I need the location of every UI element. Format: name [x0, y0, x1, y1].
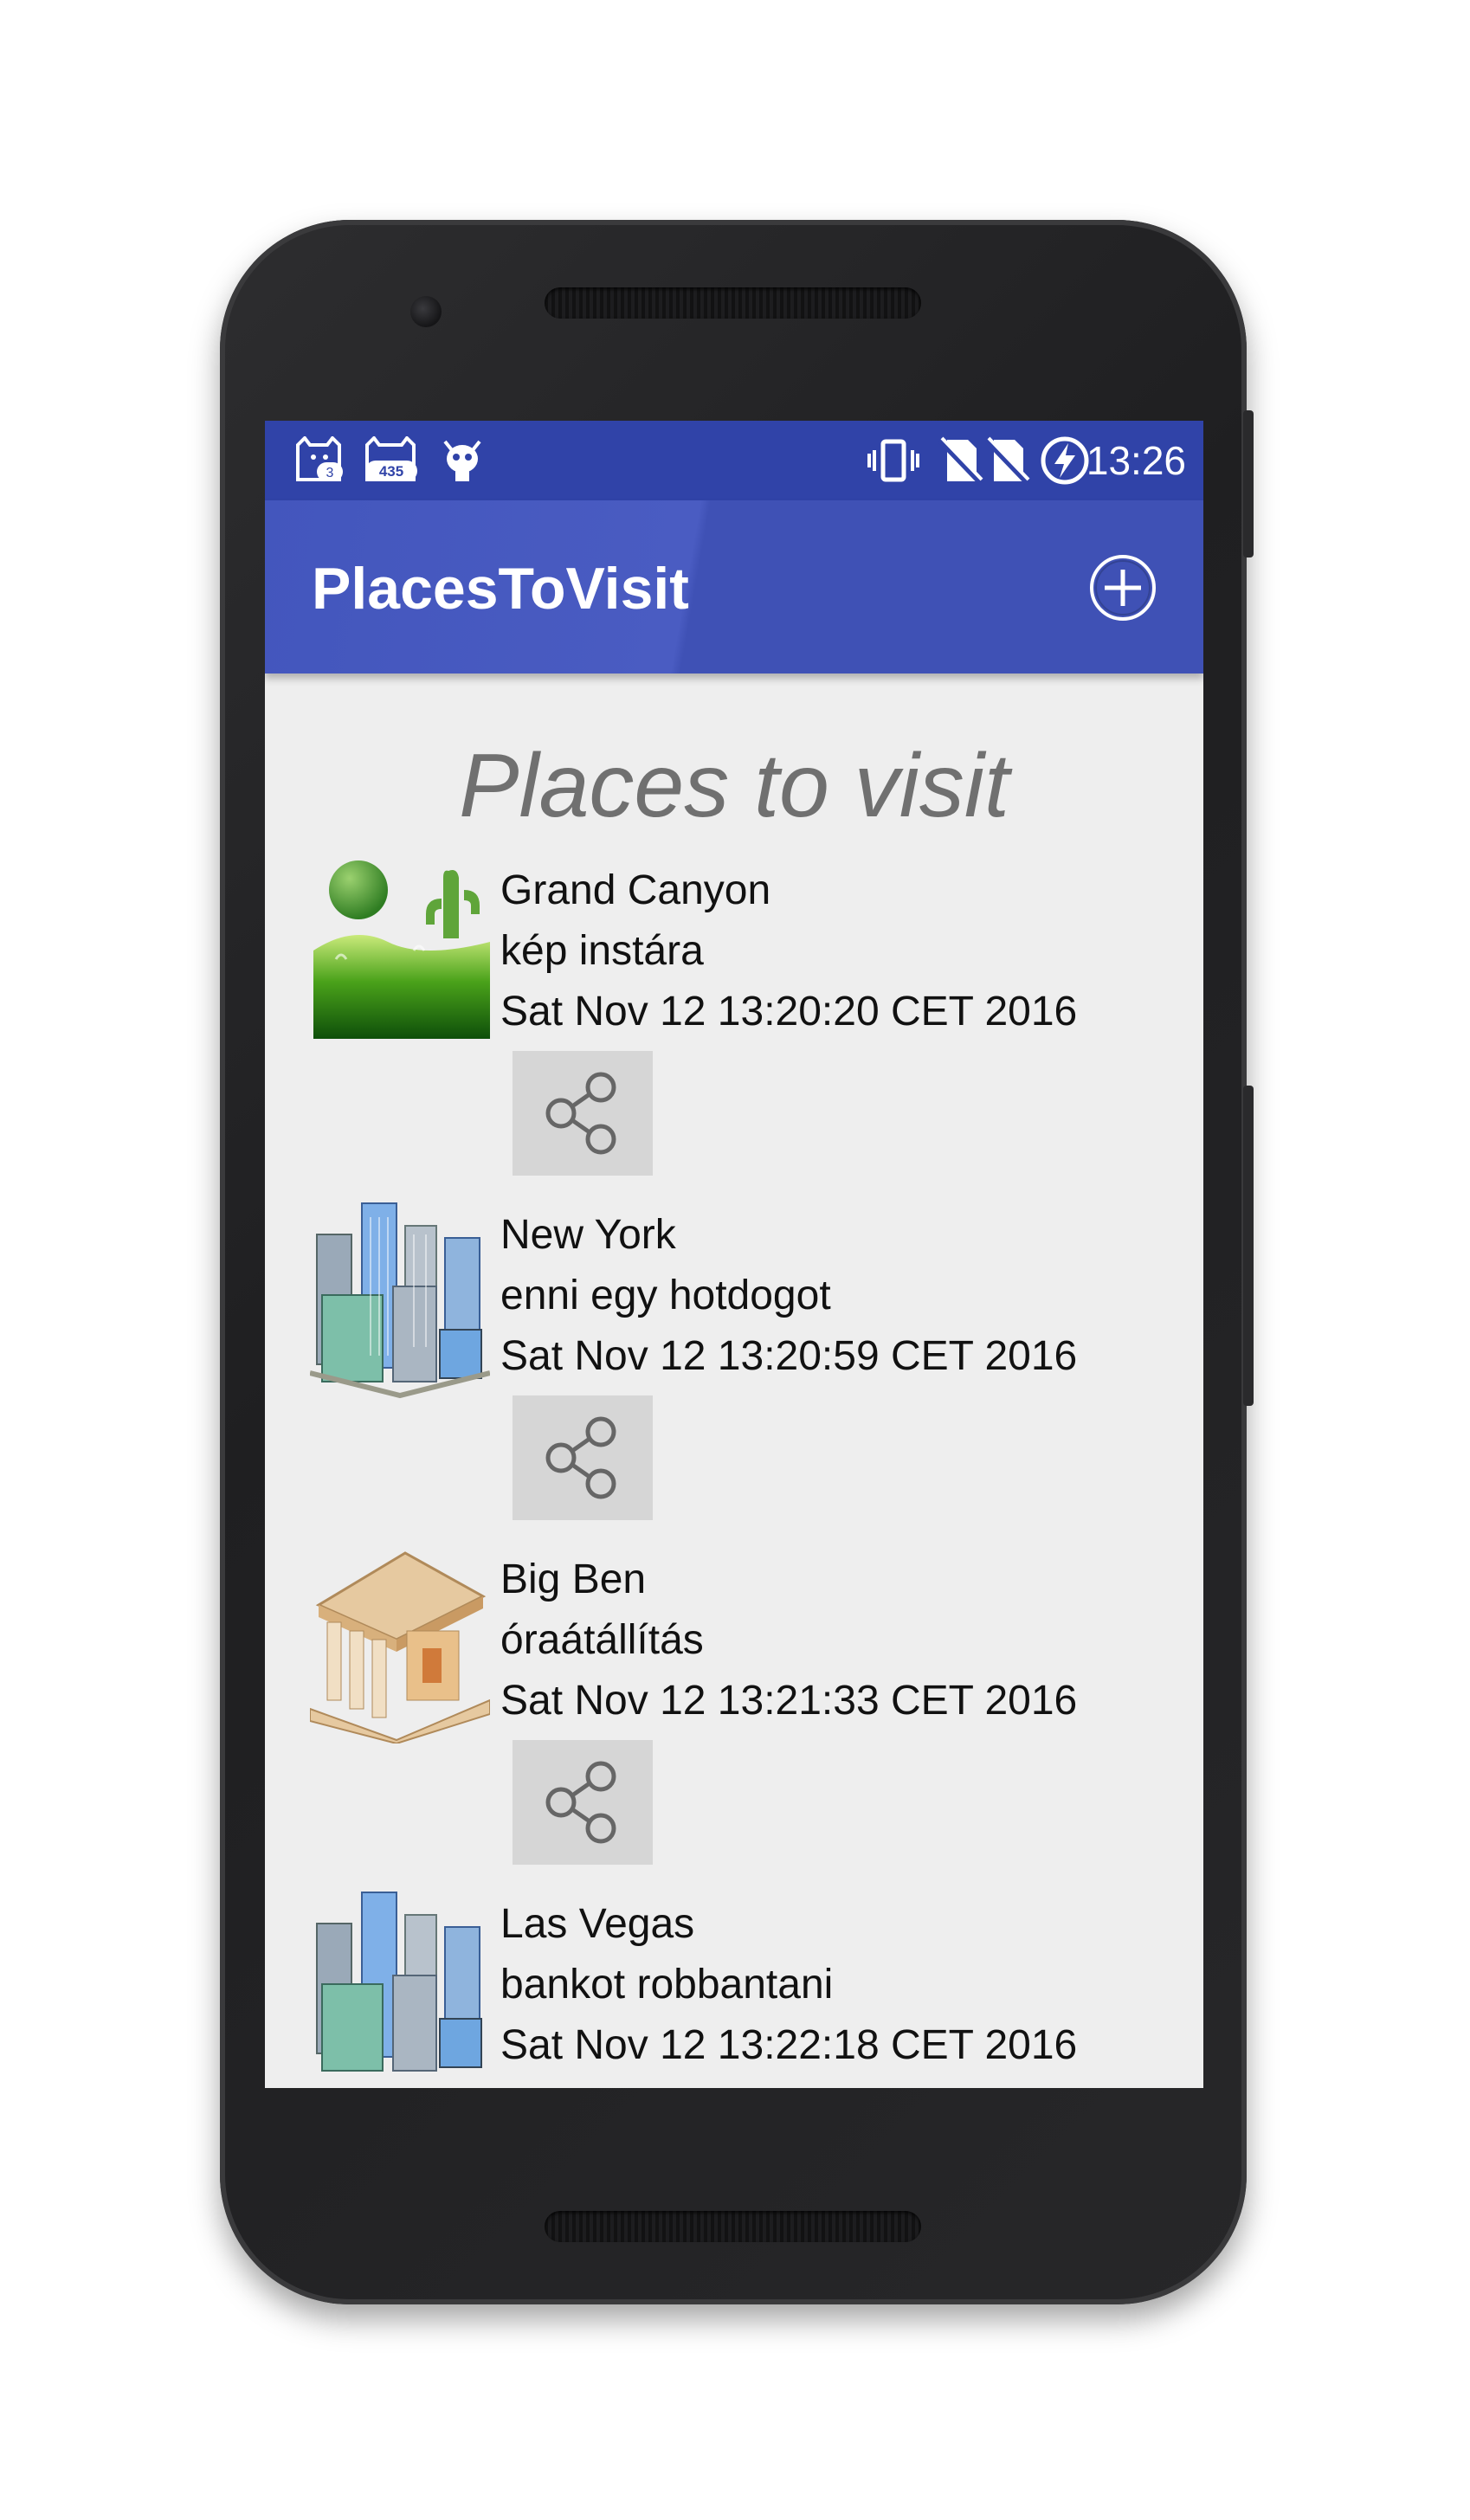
- desert-icon: [313, 860, 490, 1039]
- side-button: [1243, 410, 1254, 557]
- front-camera: [410, 296, 442, 327]
- item-date: Sat Nov 12 13:21:33 CET 2016: [500, 1678, 1078, 1724]
- bug-icon: [443, 440, 481, 481]
- add-circle-icon[interactable]: [1087, 552, 1158, 623]
- item-description: enni egy hotdogot: [500, 1273, 831, 1318]
- app-bar: PlacesToVisit: [265, 500, 1203, 674]
- item-name: Las Vegas: [500, 1901, 695, 1947]
- list-item[interactable]: Las Vegas bankot robbantani Sat Nov 12 1…: [310, 1889, 1176, 2088]
- cat-badge-icon: 3: [296, 436, 343, 481]
- item-description: bankot robbantani: [500, 1962, 834, 2008]
- places-list: Grand Canyon kép instára Sat Nov 12 13:2…: [310, 855, 1176, 2088]
- item-texts: Grand Canyon kép instára Sat Nov 12 13:2…: [500, 860, 1077, 1042]
- share-button[interactable]: [513, 1051, 653, 1176]
- side-button: [1243, 1086, 1254, 1406]
- item-texts: New York enni egy hotdogot Sat Nov 12 13…: [500, 1205, 1077, 1387]
- content: Places to visit Grand Canyon kép instára…: [265, 674, 1203, 2088]
- building-icon: [310, 1551, 490, 1743]
- city-icon: [316, 1892, 482, 2072]
- top-speaker: [545, 287, 921, 319]
- status-bar: 3 435 13:26: [265, 421, 1203, 500]
- share-icon: [545, 1072, 616, 1155]
- vibrate-icon: [867, 439, 919, 482]
- share-icon: [545, 1761, 616, 1844]
- app-title: PlacesToVisit: [312, 556, 689, 622]
- screen: 3 435 13:26 PlacesToVisit Places to visi…: [265, 421, 1203, 2088]
- item-name: New York: [500, 1212, 676, 1258]
- page-heading: Places to visit: [459, 736, 1009, 836]
- share-icon: [545, 1416, 616, 1499]
- battery-charging-icon: [1041, 436, 1089, 485]
- bottom-speaker: [545, 2211, 921, 2242]
- city-icon: [310, 1202, 490, 1399]
- no-sim-icon: [938, 436, 983, 485]
- item-texts: Las Vegas bankot robbantani Sat Nov 12 1…: [500, 1894, 1077, 2076]
- list-item[interactable]: Big Ben óraátállítás Sat Nov 12 13:21:33…: [310, 1544, 1176, 1889]
- item-date: Sat Nov 12 13:20:59 CET 2016: [500, 1333, 1078, 1379]
- no-sim-icon: [985, 436, 1030, 485]
- cat-badge-icon: 435: [365, 436, 417, 481]
- svg-text:435: 435: [379, 463, 403, 480]
- item-date: Sat Nov 12 13:22:18 CET 2016: [500, 2022, 1078, 2068]
- status-time: 13:26: [1086, 438, 1186, 483]
- item-description: óraátállítás: [500, 1617, 704, 1663]
- list-item[interactable]: Grand Canyon kép instára Sat Nov 12 13:2…: [310, 855, 1176, 1200]
- item-name: Big Ben: [500, 1556, 647, 1602]
- item-description: kép instára: [500, 928, 704, 974]
- svg-text:3: 3: [326, 466, 334, 480]
- share-button[interactable]: [513, 1740, 653, 1865]
- item-name: Grand Canyon: [500, 867, 771, 913]
- item-texts: Big Ben óraátállítás Sat Nov 12 13:21:33…: [500, 1550, 1077, 1731]
- share-button[interactable]: [513, 1395, 653, 1520]
- item-date: Sat Nov 12 13:20:20 CET 2016: [500, 989, 1078, 1034]
- list-item[interactable]: New York enni egy hotdogot Sat Nov 12 13…: [310, 1200, 1176, 1544]
